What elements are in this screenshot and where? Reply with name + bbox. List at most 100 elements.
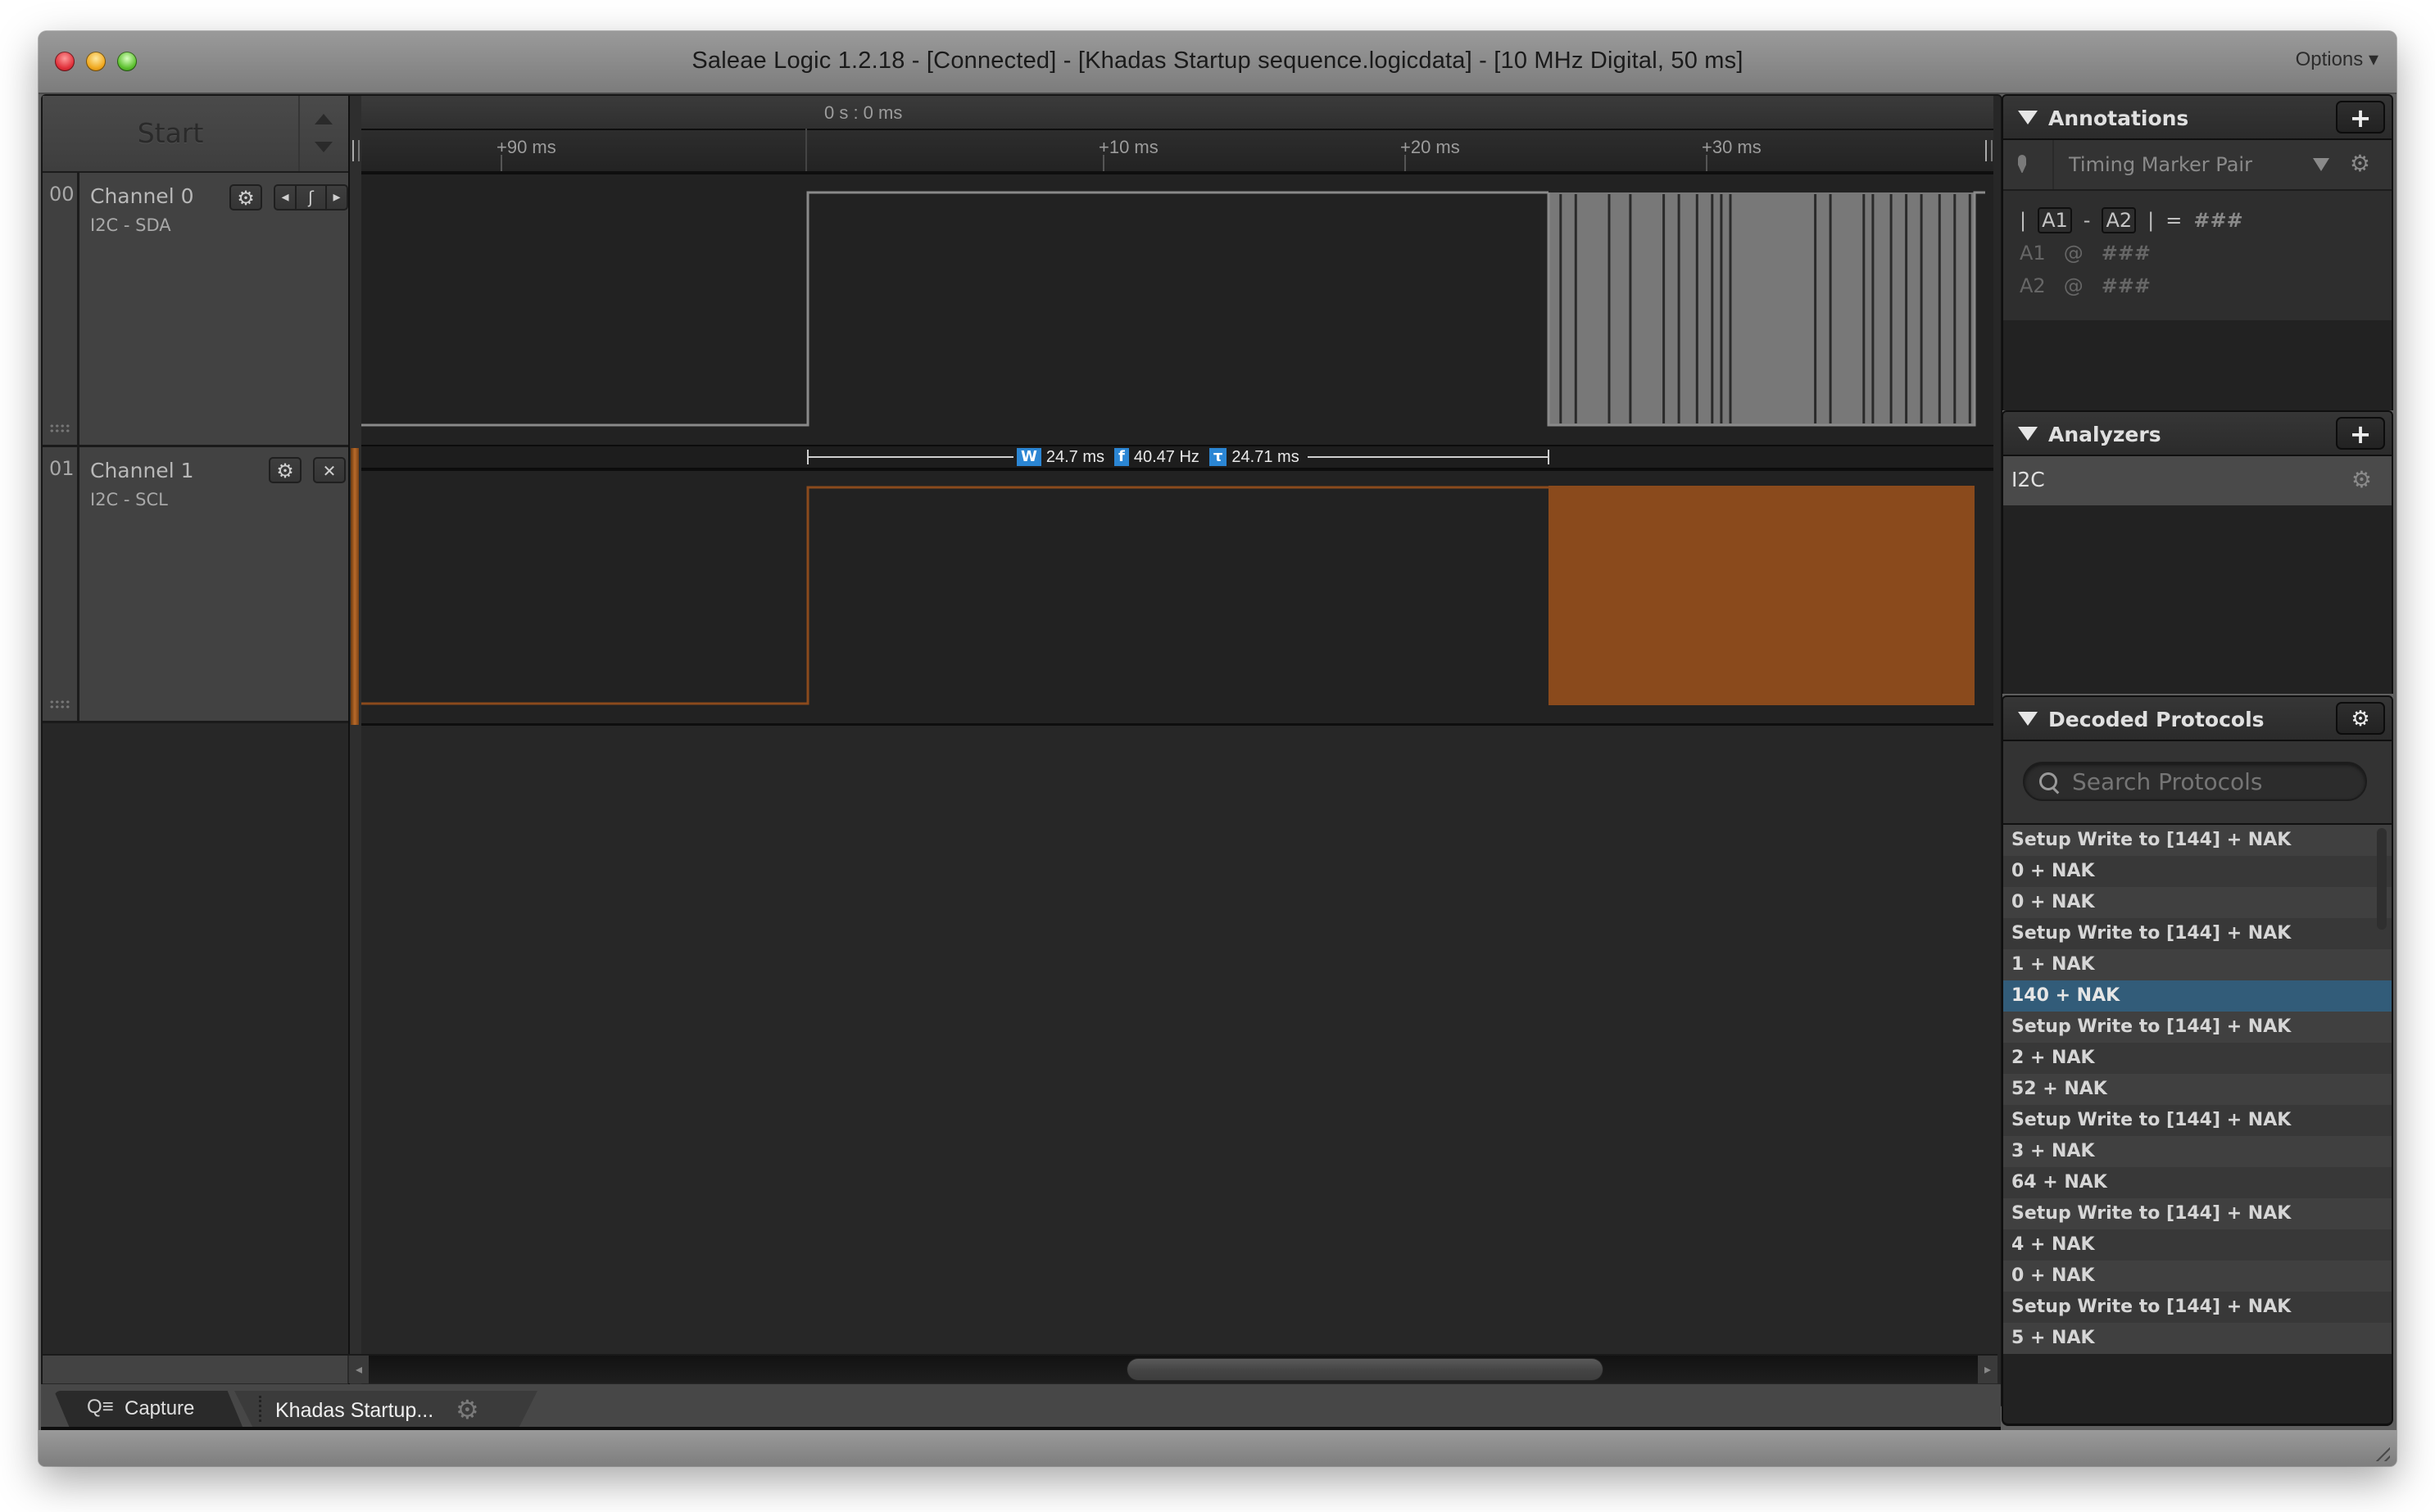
scroll-left-button[interactable]: ◂ xyxy=(349,1356,369,1383)
drag-grip-icon[interactable] xyxy=(49,699,70,709)
channel-name[interactable]: Channel 0 xyxy=(90,184,194,208)
channel-remove-button[interactable]: ✕ xyxy=(313,457,346,483)
scroll-right-button[interactable]: ▸ xyxy=(1978,1356,1997,1383)
protocol-list-item[interactable]: Setup Write to [144] + NAK xyxy=(2003,1198,2392,1229)
marker-a1-chip[interactable]: A1 xyxy=(2038,207,2072,233)
window-title: Saleae Logic 1.2.18 - [Connected] - [Kha… xyxy=(692,48,1743,74)
channel-row-0[interactable]: 00 Channel 0 I2C - SDA ⚙ ◂ ʃ ▸ xyxy=(43,173,348,447)
plus-icon: + xyxy=(2349,419,2372,450)
waveform-area[interactable]: W 24.7 ms f 40.47 Hz τ 24.71 ms xyxy=(361,173,1993,1390)
timing-marker-pair-row[interactable]: Timing Marker Pair ⚙ xyxy=(2003,140,2392,191)
tab-capture[interactable]: Q≡ Capture xyxy=(54,1391,243,1427)
channel-name[interactable]: Channel 1 xyxy=(90,459,194,482)
protocol-list-item[interactable]: 64 + NAK xyxy=(2003,1167,2392,1198)
arrow-down-icon[interactable] xyxy=(315,142,333,152)
channel-number: 01 xyxy=(43,447,79,721)
tick-label: +90 ms xyxy=(497,137,556,157)
width-icon: W xyxy=(1017,448,1041,466)
protocol-list-item[interactable]: 0 + NAK xyxy=(2003,1261,2392,1292)
channel-protocol-label: I2C - SCL xyxy=(90,490,168,509)
measurement-bar: W 24.7 ms f 40.47 Hz τ 24.71 ms xyxy=(361,445,1993,469)
gear-icon: ⚙ xyxy=(237,187,255,210)
scroll-track[interactable]: ◂ ▸ xyxy=(349,1356,1997,1383)
protocol-list-item[interactable]: 2 + NAK xyxy=(2003,1043,2392,1074)
analyzer-name: I2C xyxy=(2011,468,2045,491)
protocol-list-item[interactable]: Setup Write to [144] + NAK xyxy=(2003,1012,2392,1043)
tick-label: +30 ms xyxy=(1702,137,1762,157)
collapse-triangle-icon[interactable] xyxy=(2018,427,2038,441)
decoded-protocols-body: Setup Write to [144] + NAK0 + NAK0 + NAK… xyxy=(2002,741,2393,1426)
channel-1-waveform[interactable] xyxy=(361,469,1993,723)
channel-1-trace xyxy=(361,486,1975,705)
annotations-header[interactable]: Annotations + xyxy=(2002,94,2393,140)
scroll-thumb[interactable] xyxy=(1127,1359,1603,1380)
protocol-list-item[interactable]: Setup Write to [144] + NAK xyxy=(2003,825,2392,856)
marker-settings-gear-icon[interactable]: ⚙ xyxy=(2350,150,2370,177)
protocol-list-item[interactable]: Setup Write to [144] + NAK xyxy=(2003,918,2392,949)
analyzer-settings-gear-icon[interactable]: ⚙ xyxy=(2351,466,2372,493)
protocol-list-item[interactable]: 52 + NAK xyxy=(2003,1074,2392,1105)
protocol-list-item[interactable]: 0 + NAK xyxy=(2003,856,2392,887)
channel-number: 00 xyxy=(43,173,79,445)
side-panel: Annotations + Timing Marker Pair ⚙ | A1 … xyxy=(2002,94,2393,1426)
annotations-title: Annotations xyxy=(2048,106,2189,130)
analyzers-body: I2C ⚙ xyxy=(2002,456,2393,694)
collapse-triangle-icon[interactable] xyxy=(2018,111,2038,124)
start-button[interactable]: Start xyxy=(43,96,300,171)
protocol-list-item[interactable]: 3 + NAK xyxy=(2003,1136,2392,1167)
edge-nav-group: ◂ ʃ ▸ xyxy=(274,184,348,211)
title-bar: Saleae Logic 1.2.18 - [Connected] - [Kha… xyxy=(39,31,2396,94)
next-edge-button[interactable]: ▸ xyxy=(327,186,347,209)
decoded-protocols-settings-button[interactable]: ⚙ xyxy=(2336,702,2385,735)
trigger-edge-button[interactable]: ʃ xyxy=(297,186,327,209)
decoded-protocols-header[interactable]: Decoded Protocols ⚙ xyxy=(2002,695,2393,741)
options-menu[interactable]: Options ▾ xyxy=(2296,48,2378,71)
marker-a2-row: A2 @ ### xyxy=(2020,274,2152,297)
protocol-list-item[interactable]: Setup Write to [144] + NAK xyxy=(2003,1292,2392,1323)
decoded-protocols-list: Setup Write to [144] + NAK 0 + NAK 0 + NAK… xyxy=(2003,825,2392,1354)
protocols-scrollbar[interactable] xyxy=(2377,828,2387,930)
protocol-list-item[interactable]: 4 + NAK xyxy=(2003,1229,2392,1261)
arrow-up-icon[interactable] xyxy=(315,114,333,124)
channel-settings-button[interactable]: ⚙ xyxy=(229,184,262,211)
add-annotation-button[interactable]: + xyxy=(2336,101,2385,134)
search-protocols-input[interactable] xyxy=(2023,762,2367,801)
waveform-divider xyxy=(361,723,1993,726)
time-ruler[interactable]: +90 ms +10 ms +20 ms +30 ms xyxy=(361,130,1993,173)
channel-1-color-strip xyxy=(351,448,359,725)
marker-a2-chip[interactable]: A2 xyxy=(2102,207,2137,233)
add-analyzer-button[interactable]: + xyxy=(2336,417,2385,450)
channel-row-1[interactable]: 01 Channel 1 I2C - SCL ⚙ ✕ xyxy=(43,447,348,723)
tab-settings-gear-icon[interactable]: ⚙ xyxy=(456,1394,479,1425)
tick-label: +10 ms xyxy=(1099,137,1159,157)
horizontal-scrollbar[interactable]: ◂ ▸ xyxy=(43,1354,1997,1383)
protocol-list-item[interactable]: 140 + NAK xyxy=(2003,980,2392,1012)
collapse-triangle-icon[interactable] xyxy=(2018,712,2038,726)
protocol-list-item[interactable]: 1 + NAK xyxy=(2003,949,2392,980)
ruler-handle-left[interactable] xyxy=(352,140,360,161)
channel-0-waveform[interactable] xyxy=(361,173,1993,446)
channel-settings-button[interactable]: ⚙ xyxy=(269,457,302,483)
tab-khadas-startup[interactable]: Khadas Startup... ⚙ xyxy=(234,1391,537,1427)
scl-trace-line xyxy=(361,486,1549,705)
frequency-icon: f xyxy=(1114,448,1129,466)
tab-capture-label: Capture xyxy=(125,1397,195,1419)
tick-mark xyxy=(1706,155,1707,171)
ruler-handle-right[interactable] xyxy=(1985,140,1993,161)
session-tab-bar: Q≡ Capture Khadas Startup... ⚙ xyxy=(41,1384,2001,1430)
analyzers-title: Analyzers xyxy=(2048,423,2161,446)
start-options-stepper[interactable] xyxy=(300,96,348,171)
marker-pin-icon[interactable] xyxy=(2018,155,2026,173)
analyzer-item[interactable]: I2C ⚙ xyxy=(2003,456,2392,505)
start-control: Start xyxy=(43,96,348,173)
protocol-list-item[interactable]: Setup Write to [144] + NAK xyxy=(2003,1105,2392,1136)
search-icon xyxy=(2039,772,2057,790)
resize-grip-icon[interactable] xyxy=(2372,1443,2390,1461)
tick-mark xyxy=(1103,155,1104,171)
protocol-list-item[interactable]: 0 + NAK xyxy=(2003,887,2392,918)
protocol-list-item[interactable]: 5 + NAK xyxy=(2003,1323,2392,1354)
drag-grip-icon[interactable] xyxy=(49,423,70,433)
analyzers-header[interactable]: Analyzers + xyxy=(2002,410,2393,456)
prev-edge-button[interactable]: ◂ xyxy=(275,186,297,209)
marker-type-dropdown-icon[interactable] xyxy=(2313,158,2329,171)
